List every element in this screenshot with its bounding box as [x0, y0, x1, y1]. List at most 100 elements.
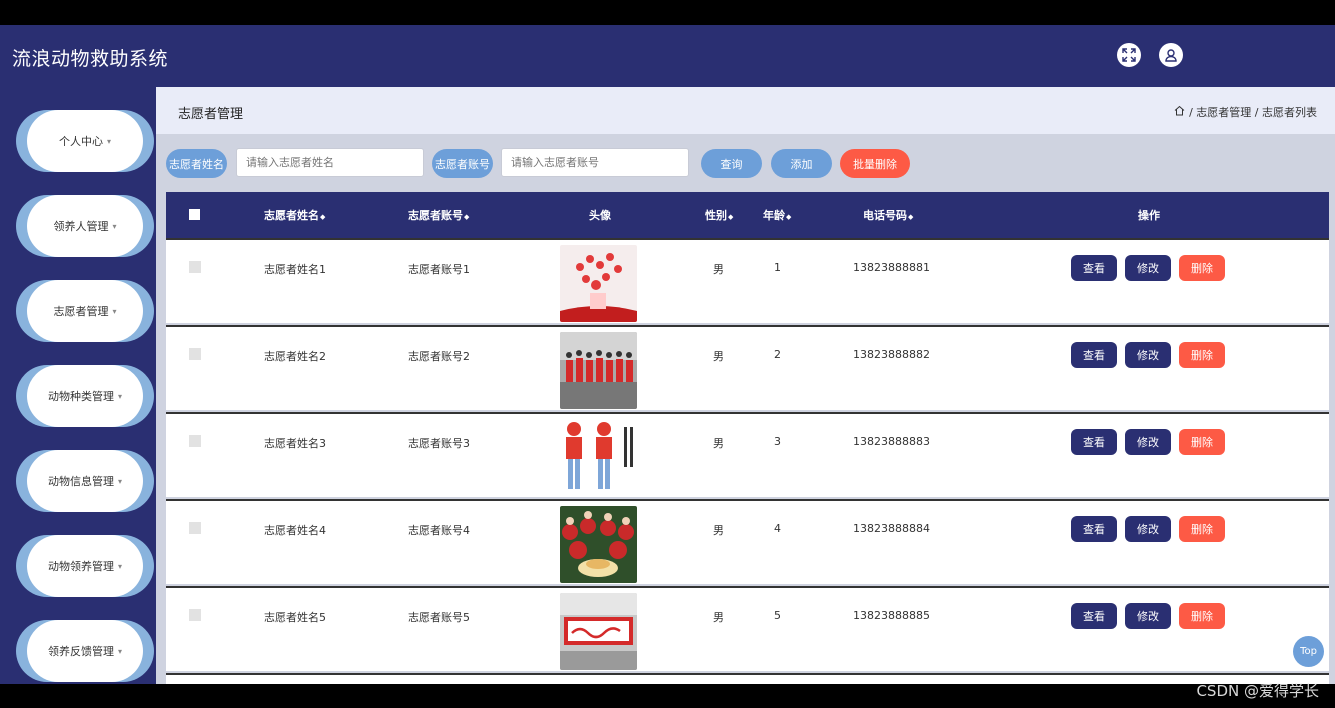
cell-age: 5 — [774, 609, 781, 622]
sort-icon[interactable]: ◆ — [786, 213, 791, 221]
view-button[interactable]: 查看 — [1071, 516, 1117, 542]
delete-button[interactable]: 删除 — [1179, 429, 1225, 455]
cell-gender: 男 — [713, 437, 724, 450]
cell-name: 志愿者姓名3 — [264, 437, 326, 450]
table-row: 志愿者姓名1 志愿者账号1 男 1 13823888881 查看 修改 删除 — [166, 238, 1329, 323]
row-checkbox[interactable] — [189, 435, 201, 447]
user-icon[interactable] — [1159, 43, 1183, 67]
table-row: 志愿者姓名5 志愿者账号5 男 5 13823888885 查看 修改 删除 — [166, 586, 1329, 671]
app-window: 流浪动物救助系统 个人中心 ▾ 领养人管理 ▾ 志愿者管理 ▾ 动物种类管理 ▾ 动物信… — [0, 25, 1335, 684]
col-age-header[interactable]: 年龄◆ — [763, 207, 791, 223]
page-title: 志愿者管理 — [178, 107, 244, 122]
cell-age: 3 — [774, 435, 781, 448]
cell-gender: 男 — [713, 350, 724, 363]
col-name-header[interactable]: 志愿者姓名◆ — [264, 207, 325, 223]
watermark: CSDN @爱得学长 — [1196, 682, 1319, 700]
view-button[interactable]: 查看 — [1071, 255, 1117, 281]
edit-button[interactable]: 修改 — [1125, 603, 1171, 629]
col-ops-header: 操作 — [1138, 209, 1160, 222]
screen-top-border — [0, 0, 1335, 25]
cell-name: 志愿者姓名5 — [264, 611, 326, 624]
cell-account: 志愿者账号5 — [408, 611, 470, 624]
edit-button[interactable]: 修改 — [1125, 516, 1171, 542]
col-avatar-header: 头像 — [589, 209, 611, 222]
edit-button[interactable]: 修改 — [1125, 429, 1171, 455]
sidebar-item-animal-type-management[interactable]: 动物种类管理 ▾ — [16, 365, 154, 427]
app-title: 流浪动物救助系统 — [12, 48, 169, 70]
sidebar-item-adopter-management[interactable]: 领养人管理 ▾ — [16, 195, 154, 257]
delete-button[interactable]: 删除 — [1179, 603, 1225, 629]
row-checkbox[interactable] — [189, 609, 201, 621]
sidebar: 个人中心 ▾ 领养人管理 ▾ 志愿者管理 ▾ 动物种类管理 ▾ 动物信息管理 ▾ 动物领养… — [0, 87, 156, 684]
view-button[interactable]: 查看 — [1071, 342, 1117, 368]
cell-name: 志愿者姓名1 — [264, 263, 326, 276]
sort-icon[interactable]: ◆ — [464, 213, 469, 221]
cell-gender: 男 — [713, 263, 724, 276]
delete-button[interactable]: 删除 — [1179, 342, 1225, 368]
query-button[interactable]: 查询 — [701, 149, 762, 178]
sidebar-item-volunteer-management[interactable]: 志愿者管理 ▾ — [16, 280, 154, 342]
back-to-top-button[interactable]: Top — [1293, 636, 1324, 667]
cell-account: 志愿者账号2 — [408, 350, 470, 363]
main-content: 志愿者管理 / 志愿者管理 / 志愿者列表 志愿者姓名 志愿者账号 查询 添加 … — [156, 87, 1335, 684]
sidebar-item-label: 领养人管理 — [53, 220, 109, 233]
name-search-input[interactable] — [236, 148, 424, 177]
home-icon[interactable] — [1174, 105, 1185, 119]
chevron-down-icon: ▾ — [117, 391, 122, 401]
delete-button[interactable]: 删除 — [1179, 516, 1225, 542]
sort-icon[interactable]: ◆ — [908, 213, 913, 221]
table-header: 志愿者姓名◆ 志愿者账号◆ 头像 性别◆ 年龄◆ 电话号码◆ 操作 — [166, 192, 1329, 238]
col-phone-header[interactable]: 电话号码◆ — [863, 207, 913, 223]
avatar-image — [560, 419, 637, 496]
cell-age: 2 — [774, 348, 781, 361]
edit-button[interactable]: 修改 — [1125, 342, 1171, 368]
batch-delete-button[interactable]: 批量删除 — [840, 149, 910, 178]
sidebar-item-label: 动物信息管理 — [47, 475, 114, 488]
table-row: 志愿者姓名2 志愿者账号2 男 2 13823888882 查看 修改 删除 — [166, 325, 1329, 410]
cell-account: 志愿者账号3 — [408, 437, 470, 450]
sort-icon[interactable]: ◆ — [728, 213, 733, 221]
sidebar-item-label: 志愿者管理 — [53, 305, 109, 318]
row-checkbox[interactable] — [189, 522, 201, 534]
view-button[interactable]: 查看 — [1071, 429, 1117, 455]
expand-icon[interactable] — [1117, 43, 1141, 67]
account-search-input[interactable] — [501, 148, 689, 177]
avatar-image — [560, 506, 637, 583]
breadcrumb-path[interactable]: / 志愿者管理 / 志愿者列表 — [1189, 104, 1317, 120]
avatar-image — [560, 332, 637, 409]
sort-icon[interactable]: ◆ — [320, 213, 325, 221]
select-all-checkbox[interactable] — [189, 209, 200, 220]
breadcrumb: / 志愿者管理 / 志愿者列表 — [1174, 104, 1317, 120]
add-button[interactable]: 添加 — [771, 149, 832, 178]
chevron-down-icon: ▾ — [117, 476, 122, 486]
cell-gender: 男 — [713, 524, 724, 537]
row-checkbox[interactable] — [189, 261, 201, 273]
view-button[interactable]: 查看 — [1071, 603, 1117, 629]
cell-phone: 13823888883 — [853, 435, 930, 448]
table-row: 志愿者姓名4 志愿者账号4 男 4 13823888884 查看 修改 删除 — [166, 499, 1329, 584]
sidebar-item-label: 个人中心 — [58, 135, 103, 148]
delete-button[interactable]: 删除 — [1179, 255, 1225, 281]
cell-name: 志愿者姓名2 — [264, 350, 326, 363]
table-row — [166, 673, 1329, 684]
cell-account: 志愿者账号1 — [408, 263, 470, 276]
chevron-down-icon: ▾ — [106, 136, 111, 146]
edit-button[interactable]: 修改 — [1125, 255, 1171, 281]
sidebar-item-animal-adoption-management[interactable]: 动物领养管理 ▾ — [16, 535, 154, 597]
name-filter-label: 志愿者姓名 — [166, 149, 227, 178]
sidebar-item-adoption-feedback-management[interactable]: 领养反馈管理 ▾ — [16, 620, 154, 682]
col-gender-header[interactable]: 性别◆ — [705, 207, 733, 223]
chevron-down-icon: ▾ — [117, 561, 122, 571]
cell-name: 志愿者姓名4 — [264, 524, 326, 537]
cell-age: 4 — [774, 522, 781, 535]
sidebar-item-label: 动物领养管理 — [47, 560, 114, 573]
sidebar-item-animal-info-management[interactable]: 动物信息管理 ▾ — [16, 450, 154, 512]
table-row: 志愿者姓名3 志愿者账号3 男 3 13823888883 查看 修改 删除 — [166, 412, 1329, 497]
sidebar-item-personal-center[interactable]: 个人中心 ▾ — [16, 110, 154, 172]
sidebar-item-label: 动物种类管理 — [47, 390, 114, 403]
app-header: 流浪动物救助系统 — [0, 25, 1335, 87]
col-account-header[interactable]: 志愿者账号◆ — [408, 207, 469, 223]
row-checkbox[interactable] — [189, 348, 201, 360]
cell-account: 志愿者账号4 — [408, 524, 470, 537]
cell-phone: 13823888881 — [853, 261, 930, 274]
